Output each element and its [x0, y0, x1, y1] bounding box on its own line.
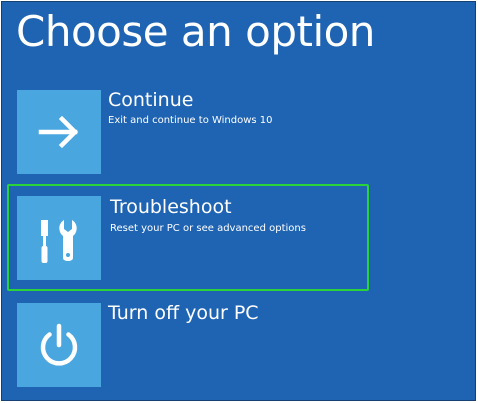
turn-off-option[interactable]: Turn off your PC — [16, 302, 356, 388]
continue-tile[interactable] — [17, 90, 101, 174]
power-icon — [40, 323, 78, 366]
turn-off-tile[interactable] — [17, 303, 101, 387]
turn-off-title: Turn off your PC — [108, 302, 259, 324]
troubleshoot-title: Troubleshoot — [110, 196, 232, 218]
troubleshoot-tile[interactable] — [17, 196, 101, 280]
recovery-screen: Choose an option Continue Exit and conti… — [1, 1, 476, 401]
tools-icon — [41, 220, 77, 263]
troubleshoot-option[interactable]: Troubleshoot Reset your PC or see advanc… — [7, 184, 369, 291]
continue-description: Exit and continue to Windows 10 — [108, 115, 273, 126]
troubleshoot-description: Reset your PC or see advanced options — [110, 223, 306, 234]
page-title: Choose an option — [16, 7, 375, 56]
arrow-right-icon — [38, 115, 79, 149]
continue-title: Continue — [108, 89, 194, 111]
continue-option[interactable]: Continue Exit and continue to Windows 10 — [16, 89, 356, 175]
